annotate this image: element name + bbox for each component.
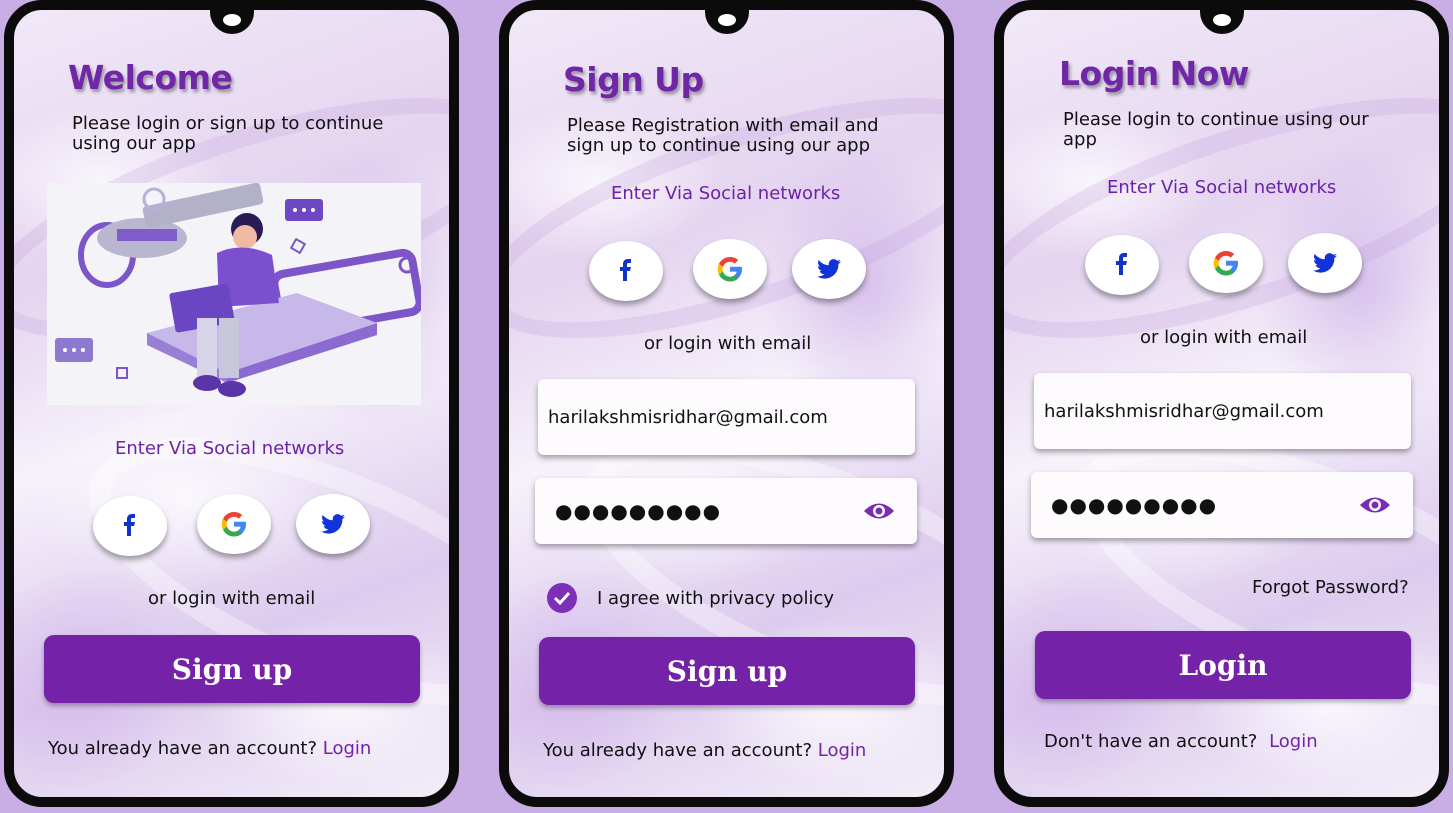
facebook-button[interactable] [1085, 235, 1159, 295]
phone-notch [1200, 10, 1244, 34]
sign-up-button[interactable]: Sign up [44, 635, 420, 703]
camera-icon [1213, 14, 1231, 26]
welcome-screen: Welcome Please login or sign up to conti… [4, 0, 459, 807]
page-subtitle: Please login or sign up to continue usin… [72, 114, 402, 154]
google-icon [1213, 251, 1238, 276]
phone-notch [705, 10, 749, 34]
login-illustration [47, 182, 424, 405]
footer-text: Don't have an account? Login [1044, 731, 1318, 752]
login-link[interactable]: Login [323, 738, 372, 759]
footer-text: You already have an account? Login [48, 738, 371, 759]
sign-up-button[interactable]: Sign up [539, 637, 915, 705]
agree-label: I agree with privacy policy [597, 587, 835, 609]
social-networks-heading: Enter Via Social networks [1107, 177, 1337, 198]
eye-icon[interactable] [1359, 494, 1391, 516]
subtitle-line: Please Registration with email and [567, 115, 879, 136]
subtitle-line: Please login to continue using our [1063, 109, 1369, 130]
password-value: ●●●●●●●●● [1051, 493, 1218, 517]
password-value: ●●●●●●●●● [555, 499, 722, 523]
page-title: Sign Up [563, 60, 704, 99]
twitter-icon [1313, 253, 1337, 273]
twitter-button[interactable] [792, 239, 866, 299]
password-field[interactable]: ●●●●●●●●● [535, 478, 917, 544]
subtitle-line: using our app [72, 133, 196, 154]
twitter-icon [817, 259, 841, 279]
twitter-button[interactable] [1288, 233, 1362, 293]
signup-screen: Sign Up Please Registration with email a… [499, 0, 954, 807]
footer-question: Don't have an account? [1044, 731, 1258, 752]
camera-icon [718, 14, 736, 26]
page-subtitle: Please Registration with email and sign … [567, 116, 897, 156]
facebook-icon [1116, 253, 1127, 275]
google-icon [221, 512, 246, 537]
social-networks-heading: Enter Via Social networks [115, 438, 345, 459]
page-subtitle: Please login to continue using our app [1063, 110, 1393, 150]
subtitle-line: Please login or sign up to continue [72, 113, 384, 134]
social-networks-heading: Enter Via Social networks [611, 183, 841, 204]
google-button[interactable] [1189, 233, 1263, 293]
eye-icon[interactable] [863, 500, 895, 522]
google-button[interactable] [693, 239, 767, 299]
subtitle-line: sign up to continue using our app [567, 135, 871, 156]
google-button[interactable] [197, 494, 271, 554]
privacy-agree-row[interactable]: I agree with privacy policy [547, 583, 834, 613]
checkmark-icon [553, 591, 571, 605]
agree-checkbox[interactable] [547, 583, 577, 613]
phone-notch [210, 10, 254, 34]
twitter-button[interactable] [296, 494, 370, 554]
facebook-button[interactable] [589, 241, 663, 301]
email-field[interactable]: harilakshmisridhar@gmail.com [538, 379, 915, 455]
footer-question: You already have an account? [48, 738, 317, 759]
subtitle-line: app [1063, 129, 1097, 150]
email-value: harilakshmisridhar@gmail.com [1044, 400, 1324, 422]
login-link[interactable]: Login [1269, 731, 1318, 752]
email-field[interactable]: harilakshmisridhar@gmail.com [1034, 373, 1411, 449]
or-login-email-text: or login with email [1140, 327, 1308, 348]
login-link[interactable]: Login [818, 740, 867, 761]
google-icon [717, 257, 742, 282]
camera-icon [223, 14, 241, 26]
footer-text: You already have an account? Login [543, 740, 866, 761]
facebook-icon [620, 259, 631, 281]
footer-question: You already have an account? [543, 740, 812, 761]
password-field[interactable]: ●●●●●●●●● [1031, 472, 1413, 538]
facebook-icon [124, 514, 135, 536]
page-title: Login Now [1059, 54, 1249, 93]
login-button[interactable]: Login [1035, 631, 1411, 699]
forgot-password-link[interactable]: Forgot Password? [1252, 577, 1409, 598]
facebook-button[interactable] [93, 496, 167, 556]
email-value: harilakshmisridhar@gmail.com [548, 406, 828, 428]
or-login-email-text: or login with email [148, 588, 316, 609]
or-login-email-text: or login with email [644, 333, 812, 354]
twitter-icon [321, 514, 345, 534]
page-title: Welcome [68, 58, 233, 97]
login-screen: Login Now Please login to continue using… [994, 0, 1449, 807]
